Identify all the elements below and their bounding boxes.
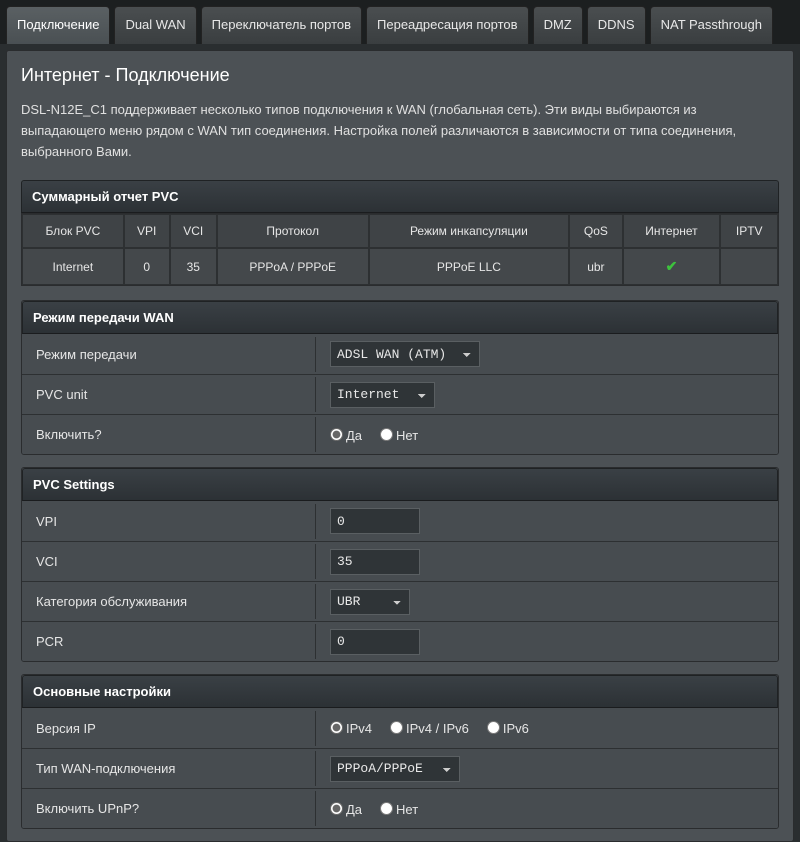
- col-header: VPI: [124, 214, 170, 248]
- tab-dual-wan[interactable]: Dual WAN: [114, 6, 196, 44]
- radio-ip-ipv6[interactable]: IPv6: [487, 720, 529, 736]
- col-header: VCI: [170, 214, 217, 248]
- tab-подключение[interactable]: Подключение: [6, 6, 110, 44]
- section-wan-mode: Режим передачи WAN Режим передачи ADSL W…: [21, 300, 779, 455]
- row-ip-version: Версия IP IPv4 IPv4 / IPv6 IPv6: [22, 708, 778, 748]
- col-header: Режим инкапсуляции: [369, 214, 570, 248]
- pvc-summary-table: Блок PVCVPIVCIПротоколРежим инкапсуляции…: [21, 213, 779, 286]
- tab-переключатель-портов[interactable]: Переключатель портов: [201, 6, 362, 44]
- tab-переадресация-портов[interactable]: Переадресация портов: [366, 6, 529, 44]
- basic-heading: Основные настройки: [22, 675, 778, 708]
- radio-enable-yes[interactable]: Да: [330, 427, 362, 443]
- label-pvc-unit: PVC unit: [22, 377, 316, 412]
- select-service-category[interactable]: UBR: [330, 589, 410, 615]
- label-vpi: VPI: [22, 504, 316, 539]
- tab-nat-passthrough[interactable]: NAT Passthrough: [650, 6, 773, 44]
- row-vpi: VPI: [22, 501, 778, 541]
- row-vci: VCI: [22, 541, 778, 581]
- page-title: Интернет - Подключение: [21, 65, 779, 86]
- tab-bar: ПодключениеDual WANПереключатель портовП…: [0, 0, 800, 44]
- label-upnp: Включить UPnP?: [22, 791, 316, 826]
- row-wan-type: Тип WAN-подключения PPPoA/PPPoE: [22, 748, 778, 788]
- label-pcr: PCR: [22, 624, 316, 659]
- row-enable: Включить? Да Нет: [22, 414, 778, 454]
- check-icon: ✔: [666, 258, 678, 274]
- radio-ip-ipv4ipv6[interactable]: IPv4 / IPv6: [390, 720, 469, 736]
- cell-encap: PPPoE LLC: [369, 248, 570, 285]
- label-wan-type: Тип WAN-подключения: [22, 751, 316, 786]
- radio-upnp-yes[interactable]: Да: [330, 801, 362, 817]
- tab-ddns[interactable]: DDNS: [587, 6, 646, 44]
- tab-dmz[interactable]: DMZ: [533, 6, 583, 44]
- pvc-settings-heading: PVC Settings: [22, 468, 778, 501]
- radio-ip-version: IPv4 IPv4 / IPv6 IPv6: [316, 714, 778, 742]
- radio-enable: Да Нет: [316, 421, 778, 449]
- cell-iptv: [720, 248, 778, 285]
- select-pvc-unit[interactable]: Internet: [330, 382, 435, 408]
- main-panel: Интернет - Подключение DSL-N12E_C1 подде…: [6, 50, 794, 842]
- row-pvc-unit: PVC unit Internet: [22, 374, 778, 414]
- label-ip-version: Версия IP: [22, 711, 316, 746]
- section-pvc-settings: PVC Settings VPI VCI Категория обслужива…: [21, 467, 779, 662]
- row-service-category: Категория обслуживания UBR: [22, 581, 778, 621]
- radio-enable-no[interactable]: Нет: [380, 427, 418, 443]
- col-header: Блок PVC: [22, 214, 124, 248]
- cell-qos: ubr: [569, 248, 622, 285]
- col-header: IPTV: [720, 214, 778, 248]
- input-vci[interactable]: [330, 549, 420, 575]
- label-transfer-mode: Режим передачи: [22, 337, 316, 372]
- wan-mode-heading: Режим передачи WAN: [22, 301, 778, 334]
- radio-ip-ipv4[interactable]: IPv4: [330, 720, 372, 736]
- label-vci: VCI: [22, 544, 316, 579]
- cell-internet: ✔: [623, 248, 721, 285]
- section-basic: Основные настройки Версия IP IPv4 IPv4 / …: [21, 674, 779, 829]
- cell-vpi: 0: [124, 248, 170, 285]
- radio-upnp-no[interactable]: Нет: [380, 801, 418, 817]
- input-pcr[interactable]: [330, 629, 420, 655]
- table-row: Internet 0 35 PPPoA / PPPoE PPPoE LLC ub…: [22, 248, 778, 285]
- cell-protocol: PPPoA / PPPoE: [217, 248, 369, 285]
- row-upnp: Включить UPnP? Да Нет: [22, 788, 778, 828]
- label-service-category: Категория обслуживания: [22, 584, 316, 619]
- radio-upnp: Да Нет: [316, 795, 778, 823]
- page-description: DSL-N12E_C1 поддерживает несколько типов…: [21, 100, 779, 162]
- input-vpi[interactable]: [330, 508, 420, 534]
- col-header: Протокол: [217, 214, 369, 248]
- row-transfer-mode: Режим передачи ADSL WAN (ATM): [22, 334, 778, 374]
- select-wan-type[interactable]: PPPoA/PPPoE: [330, 756, 460, 782]
- row-pcr: PCR: [22, 621, 778, 661]
- label-enable: Включить?: [22, 417, 316, 452]
- summary-heading: Суммарный отчет PVC: [21, 180, 779, 213]
- col-header: Интернет: [623, 214, 721, 248]
- col-header: QoS: [569, 214, 622, 248]
- select-transfer-mode[interactable]: ADSL WAN (ATM): [330, 341, 480, 367]
- cell-block: Internet: [22, 248, 124, 285]
- cell-vci: 35: [170, 248, 217, 285]
